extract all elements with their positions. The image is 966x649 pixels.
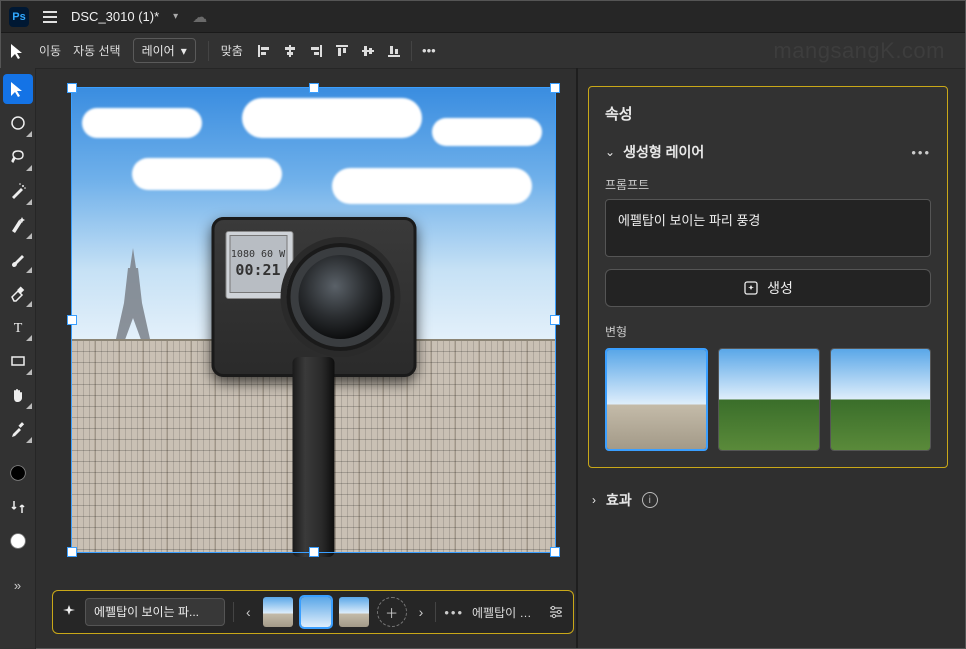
- menu-icon[interactable]: [43, 11, 57, 23]
- camera-lcd: 1080 60 W 00:21: [229, 235, 287, 293]
- variation-thumb-2[interactable]: [718, 348, 819, 451]
- info-icon[interactable]: i: [642, 492, 658, 508]
- document-canvas[interactable]: 1080 60 W 00:21: [72, 88, 555, 552]
- ellipse-select-tool[interactable]: [3, 108, 33, 138]
- section-label: 생성형 레이어: [623, 142, 903, 162]
- prev-variation-icon[interactable]: ‹: [242, 604, 255, 620]
- variation-thumb-1[interactable]: [605, 348, 708, 451]
- resize-handle-e[interactable]: [550, 315, 560, 325]
- resize-handle-se[interactable]: [550, 547, 560, 557]
- align-label: 맞춤: [221, 42, 243, 59]
- divider: [233, 602, 234, 622]
- generative-layer-section-header[interactable]: ⌄ 생성형 레이어 •••: [605, 142, 931, 162]
- brush-tool[interactable]: [3, 244, 33, 274]
- resize-handle-sw[interactable]: [67, 547, 77, 557]
- context-result-label: 에펠탑이 보이...: [472, 604, 539, 621]
- auto-select-label: 자동 선택: [73, 42, 121, 59]
- properties-panel: 속성 ⌄ 생성형 레이어 ••• 프롬프트 에펠탑이 보이는 파리 풍경 생성 …: [588, 86, 948, 468]
- generate-icon: [743, 280, 759, 296]
- swap-colors-icon[interactable]: [3, 492, 33, 522]
- divider: [435, 602, 436, 622]
- align-h-center-icon[interactable]: [281, 42, 299, 60]
- context-prompt-input[interactable]: 에펠탑이 보이는 파...: [85, 598, 225, 626]
- chevron-down-icon[interactable]: ▾: [173, 11, 178, 22]
- section-more-icon[interactable]: •••: [911, 145, 931, 160]
- divider: [411, 41, 412, 61]
- hand-tool[interactable]: [3, 380, 33, 410]
- resize-handle-w[interactable]: [67, 315, 77, 325]
- resize-handle-n[interactable]: [309, 83, 319, 93]
- contextual-task-bar: 에펠탑이 보이는 파... ‹ ＋ › ••• 에펠탑이 보이...: [52, 590, 574, 634]
- add-variation-button[interactable]: ＋: [377, 597, 407, 627]
- align-right-icon[interactable]: [307, 42, 325, 60]
- canvas-camera-object: 1080 60 W 00:21: [211, 217, 416, 377]
- camera-lens: [286, 243, 394, 351]
- variations-section: 변형: [605, 323, 931, 451]
- chevron-down-icon: ⌄: [605, 145, 615, 159]
- divider: [208, 41, 209, 61]
- move-tool[interactable]: [3, 74, 33, 104]
- move-tool-icon: [9, 42, 27, 60]
- align-left-icon[interactable]: [255, 42, 273, 60]
- eraser-tool[interactable]: [3, 278, 33, 308]
- watermark-text: mangsangK.com: [773, 38, 945, 64]
- context-thumb-3[interactable]: [339, 597, 369, 627]
- options-bar: 이동 자동 선택 레이어 ▾ 맞춤 ••• mangsangK.com: [1, 33, 965, 69]
- resize-handle-ne[interactable]: [550, 83, 560, 93]
- more-options-icon[interactable]: •••: [420, 42, 438, 60]
- generate-button[interactable]: 생성: [605, 269, 931, 307]
- effects-label: 효과: [606, 490, 632, 510]
- variation-thumb-3[interactable]: [830, 348, 931, 451]
- settings-sliders-icon[interactable]: [547, 603, 565, 621]
- align-buttons: •••: [255, 41, 438, 61]
- expand-tools-icon[interactable]: »: [3, 570, 33, 600]
- eyedropper-tool[interactable]: [3, 414, 33, 444]
- document-tab-title[interactable]: DSC_3010 (1)*: [71, 9, 159, 24]
- next-variation-icon[interactable]: ›: [415, 604, 428, 620]
- svg-text:T: T: [13, 321, 22, 336]
- layer-type-select[interactable]: 레이어 ▾: [133, 38, 196, 63]
- move-label: 이동: [39, 42, 61, 59]
- resize-handle-nw[interactable]: [67, 83, 77, 93]
- context-more-icon[interactable]: •••: [444, 605, 464, 620]
- generate-label: 생성: [767, 278, 793, 298]
- tool-strip: T »: [0, 68, 36, 649]
- lasso-tool[interactable]: [3, 142, 33, 172]
- eiffel-tower: [108, 248, 158, 348]
- lcd-line1: 1080 60 W: [231, 248, 285, 261]
- title-bar: Ps DSC_3010 (1)* ▾ ☁: [1, 1, 965, 33]
- context-thumb-2[interactable]: [301, 597, 331, 627]
- prompt-field-label: 프롬프트: [605, 176, 931, 193]
- shape-tool[interactable]: [3, 346, 33, 376]
- align-v-center-icon[interactable]: [359, 42, 377, 60]
- effects-section-header[interactable]: › 효과 i: [588, 490, 948, 510]
- properties-panel-area: 속성 ⌄ 생성형 레이어 ••• 프롬프트 에펠탑이 보이는 파리 풍경 생성 …: [578, 68, 966, 649]
- resize-handle-s[interactable]: [309, 547, 319, 557]
- chevron-down-icon: ▾: [181, 44, 187, 58]
- panel-title: 속성: [605, 103, 931, 124]
- chevron-right-icon: ›: [592, 493, 596, 507]
- align-top-icon[interactable]: [333, 42, 351, 60]
- variations-label: 변형: [605, 323, 931, 340]
- foreground-color-swatch[interactable]: [3, 458, 33, 488]
- cloud-sync-icon[interactable]: ☁: [192, 8, 207, 26]
- prompt-textarea[interactable]: 에펠탑이 보이는 파리 풍경: [605, 199, 931, 257]
- background-color-swatch[interactable]: [3, 526, 33, 556]
- magic-wand-tool[interactable]: [3, 176, 33, 206]
- context-thumb-1[interactable]: [263, 597, 293, 627]
- type-tool[interactable]: T: [3, 312, 33, 342]
- camera-grip: [293, 357, 335, 557]
- canvas-area: 1080 60 W 00:21 에펠탑이 보이는 파... ‹: [36, 68, 578, 648]
- sparkle-icon: [61, 604, 77, 620]
- layer-type-value: 레이어: [142, 42, 175, 59]
- app-logo-photoshop: Ps: [9, 7, 29, 27]
- quick-select-tool[interactable]: [3, 210, 33, 240]
- lcd-line2: 00:21: [235, 261, 280, 281]
- align-bottom-icon[interactable]: [385, 42, 403, 60]
